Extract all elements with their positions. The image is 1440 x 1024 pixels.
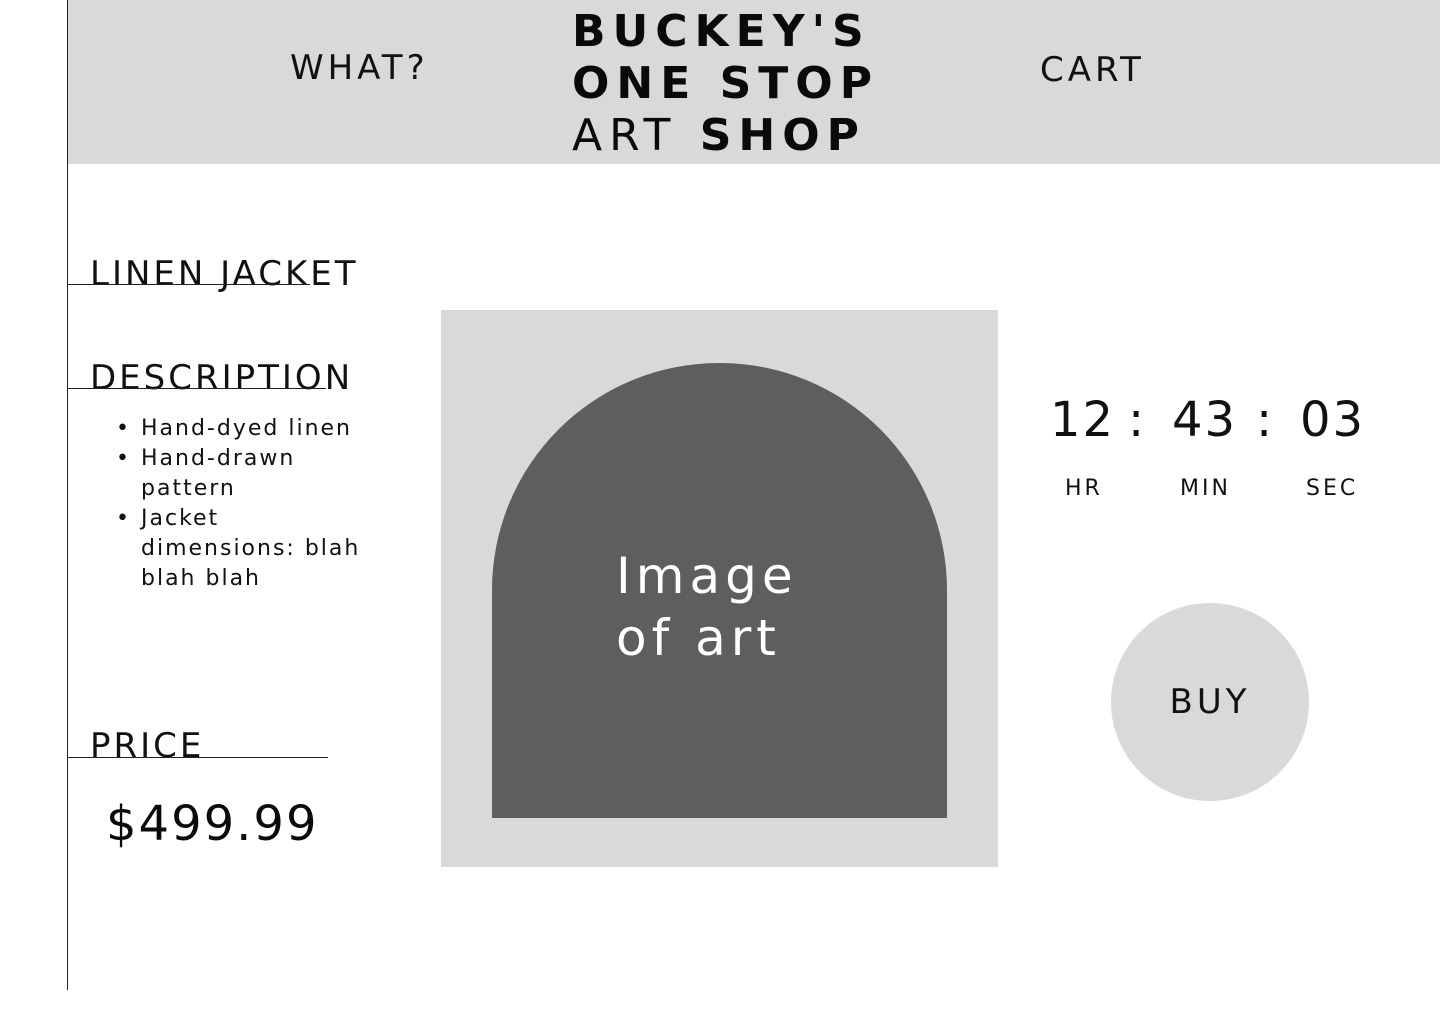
description-underline <box>68 388 326 389</box>
art-caption-line-2: of art <box>616 609 781 667</box>
timer-separator: : <box>1256 392 1275 448</box>
timer-minutes-label: MIN <box>1180 476 1231 501</box>
description-item: Jacket dimensions: blah blah blah <box>116 504 376 594</box>
description-heading: DESCRIPTION <box>90 358 354 398</box>
price-heading: PRICE <box>90 726 205 766</box>
timer-seconds-label: SEC <box>1306 476 1359 501</box>
timer-hours-label: HR <box>1065 476 1103 501</box>
price-value: $499.99 <box>106 796 319 852</box>
art-image-frame: Image of art <box>441 310 998 867</box>
nav-cart-link[interactable]: CART <box>1040 50 1145 90</box>
description-list: Hand-dyed linen Hand-drawn pattern Jacke… <box>116 414 376 594</box>
buy-button[interactable]: BUY <box>1111 603 1309 801</box>
description-item: Hand-drawn pattern <box>116 444 376 504</box>
logo-word-shop: SHOP <box>699 110 866 161</box>
logo-line-2: ONE STOP <box>572 58 879 109</box>
logo-word-art: ART <box>572 110 678 161</box>
timer-hours: 12 <box>1050 392 1116 448</box>
nav-what-link[interactable]: WHAT? <box>290 48 429 88</box>
product-page: WHAT? BUCKEY'S ONE STOP ART SHOP CART LI… <box>0 0 1440 1024</box>
shop-logo[interactable]: BUCKEY'S ONE STOP ART SHOP <box>572 6 882 162</box>
product-title: LINEN JACKET <box>90 254 359 294</box>
price-underline <box>68 757 328 758</box>
product-title-underline <box>68 284 310 285</box>
description-item: Hand-dyed linen <box>116 414 376 444</box>
art-caption-line-1: Image <box>616 547 798 605</box>
logo-line-1: BUCKEY'S <box>572 6 871 57</box>
art-image-caption: Image of art <box>616 545 916 669</box>
logo-line-3: ART SHOP <box>572 110 882 162</box>
art-image-placeholder: Image of art <box>492 363 947 818</box>
site-header: WHAT? BUCKEY'S ONE STOP ART SHOP CART <box>68 0 1440 164</box>
timer-minutes: 43 <box>1172 392 1238 448</box>
timer-separator: : <box>1128 392 1147 448</box>
timer-seconds: 03 <box>1300 392 1366 448</box>
